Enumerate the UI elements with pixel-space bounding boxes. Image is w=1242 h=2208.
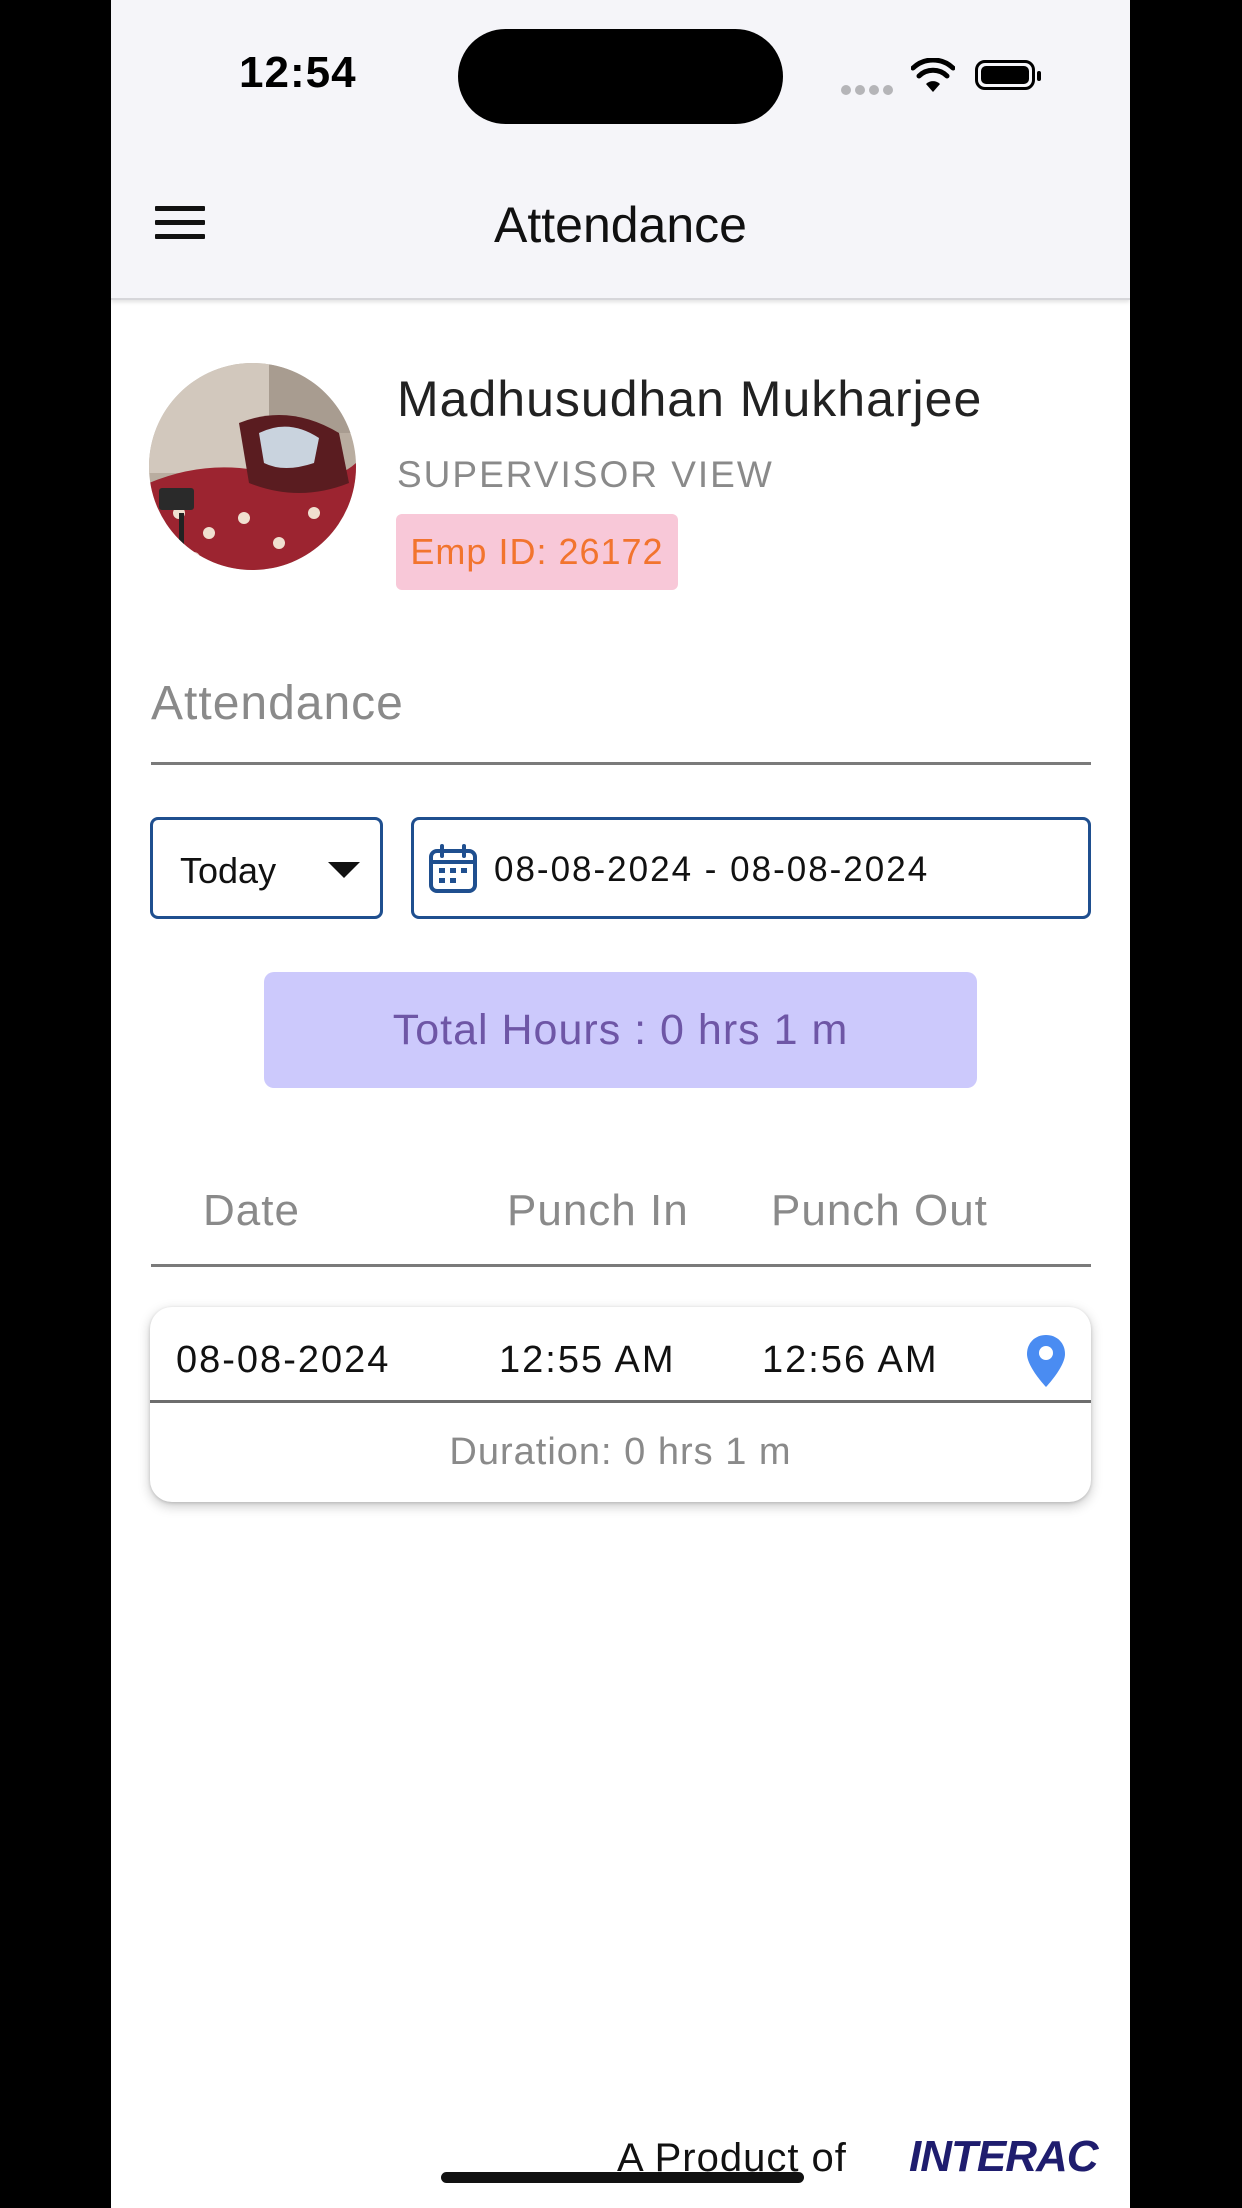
period-dropdown-value: Today xyxy=(180,850,277,891)
period-dropdown[interactable]: Today xyxy=(150,817,383,919)
section-divider xyxy=(151,762,1091,765)
status-time: 12:54 xyxy=(239,48,357,97)
attendance-screen: 12:54 Attendance Madhusudhan Mukharjee S… xyxy=(111,0,1130,2208)
record-date: 08-08-2024 xyxy=(176,1339,391,1381)
employee-name: Madhusudhan Mukharjee xyxy=(397,371,983,427)
employee-id-badge: Emp ID: 26172 xyxy=(396,514,678,590)
record-duration: Duration: 0 hrs 1 m xyxy=(449,1431,792,1473)
home-indicator[interactable] xyxy=(441,2172,804,2183)
caret-down-icon xyxy=(328,862,360,878)
wifi-icon xyxy=(911,58,955,92)
dynamic-island xyxy=(458,29,783,124)
app-bar-title: Attendance xyxy=(494,197,747,253)
brand-logo: INTERAC xyxy=(909,2132,1099,2181)
employee-role: SUPERVISOR VIEW xyxy=(397,454,774,495)
record-punch-out: 12:56 AM xyxy=(762,1339,939,1381)
table-header-divider xyxy=(151,1264,1091,1267)
column-header-punch-out: Punch Out xyxy=(771,1186,988,1235)
avatar xyxy=(149,363,356,570)
section-title: Attendance xyxy=(151,677,404,730)
column-header-punch-in: Punch In xyxy=(507,1186,689,1235)
record-punch-in: 12:55 AM xyxy=(499,1339,676,1381)
date-range-value: 08-08-2024 - 08-08-2024 xyxy=(494,850,930,889)
top-bar: 12:54 Attendance xyxy=(111,0,1130,300)
cellular-signal-icon xyxy=(841,82,897,95)
calendar-icon xyxy=(429,844,477,893)
battery-icon xyxy=(975,60,1041,90)
location-pin-icon[interactable] xyxy=(1025,1333,1067,1389)
total-hours-banner: Total Hours : 0 hrs 1 m xyxy=(264,972,977,1088)
attendance-record-card[interactable]: 08-08-2024 12:55 AM 12:56 AM Duration: 0… xyxy=(150,1307,1091,1502)
record-divider xyxy=(150,1400,1091,1403)
column-header-date: Date xyxy=(203,1186,300,1235)
date-range-picker[interactable]: 08-08-2024 - 08-08-2024 xyxy=(411,817,1091,919)
